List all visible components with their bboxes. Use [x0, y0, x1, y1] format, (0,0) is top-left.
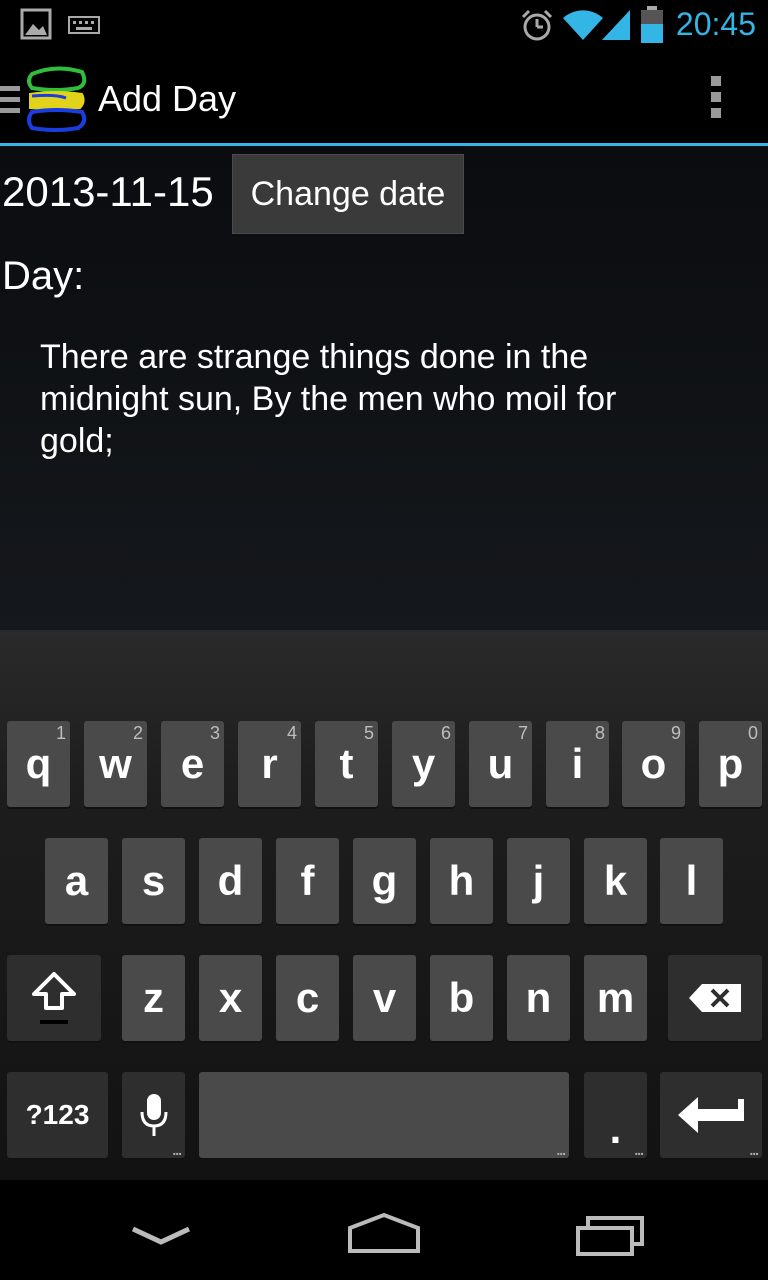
action-bar: Add Day — [0, 50, 768, 146]
soft-keyboard: q1 w2 e3 r4 t5 y6 u7 i8 o9 p0 a s d f g … — [0, 630, 768, 1180]
key-z[interactable]: z — [122, 955, 185, 1041]
key-k[interactable]: k — [584, 838, 647, 924]
key-c[interactable]: c — [276, 955, 339, 1041]
key-l[interactable]: l — [660, 838, 723, 924]
overflow-menu-icon — [704, 76, 728, 118]
day-label: Day: — [2, 254, 85, 298]
day-text-field[interactable]: There are strange things done in the mid… — [40, 336, 680, 462]
key-w[interactable]: w2 — [84, 721, 147, 807]
overflow-menu-button[interactable] — [704, 76, 728, 122]
backspace-icon — [689, 984, 741, 1012]
key-i[interactable]: i8 — [546, 721, 609, 807]
more-dots: ... — [749, 1142, 759, 1158]
enter-icon — [678, 1097, 744, 1133]
key-o[interactable]: o9 — [622, 721, 685, 807]
selected-date: 2013-11-15 — [2, 168, 214, 215]
key-q[interactable]: q1 — [7, 721, 70, 807]
home-icon[interactable] — [346, 1212, 422, 1254]
key-h[interactable]: h — [430, 838, 493, 924]
key-t[interactable]: t5 — [315, 721, 378, 807]
app-logo-icon — [27, 66, 87, 132]
period-key[interactable]: .... — [584, 1072, 647, 1158]
key-e[interactable]: e3 — [161, 721, 224, 807]
key-d[interactable]: d — [199, 838, 262, 924]
battery-icon — [641, 6, 663, 43]
clock: 20:45 — [675, 6, 756, 42]
status-bar: 20:45 — [0, 0, 768, 50]
key-r[interactable]: r4 — [238, 721, 301, 807]
back-icon[interactable] — [130, 1226, 192, 1246]
home-up-button[interactable] — [0, 64, 92, 134]
image-icon — [20, 8, 52, 40]
recents-icon[interactable] — [574, 1216, 646, 1256]
more-dots: ... — [634, 1142, 644, 1158]
signal-icon — [602, 10, 630, 40]
key-g[interactable]: g — [353, 838, 416, 924]
key-f[interactable]: f — [276, 838, 339, 924]
key-p[interactable]: p0 — [699, 721, 762, 807]
key-j[interactable]: j — [507, 838, 570, 924]
change-date-button[interactable]: Change date — [232, 154, 464, 234]
add-day-form: 2013-11-15 Change date Day: There are st… — [0, 146, 768, 630]
key-v[interactable]: v — [353, 955, 416, 1041]
more-dots: ... — [172, 1142, 182, 1158]
symbols-key[interactable]: ?123 — [7, 1072, 108, 1158]
key-y[interactable]: y6 — [392, 721, 455, 807]
alarm-icon — [521, 9, 553, 41]
key-x[interactable]: x — [199, 955, 262, 1041]
screen-title: Add Day — [98, 78, 237, 119]
key-b[interactable]: b — [430, 955, 493, 1041]
microphone-icon — [140, 1094, 167, 1136]
voice-input-key[interactable]: ... — [122, 1072, 185, 1158]
enter-key[interactable]: ... — [660, 1072, 762, 1158]
keyboard-icon — [68, 16, 100, 34]
shift-icon — [32, 972, 76, 1024]
backspace-key[interactable] — [668, 955, 762, 1041]
key-u[interactable]: u7 — [469, 721, 532, 807]
shift-key[interactable] — [7, 955, 101, 1041]
key-a[interactable]: a — [45, 838, 108, 924]
key-s[interactable]: s — [122, 838, 185, 924]
more-dots: ... — [556, 1142, 566, 1158]
navigation-bar — [0, 1180, 768, 1280]
wifi-icon — [563, 10, 603, 40]
key-n[interactable]: n — [507, 955, 570, 1041]
key-m[interactable]: m — [584, 955, 647, 1041]
drawer-icon — [0, 86, 20, 113]
space-key[interactable]: ... — [199, 1072, 569, 1158]
